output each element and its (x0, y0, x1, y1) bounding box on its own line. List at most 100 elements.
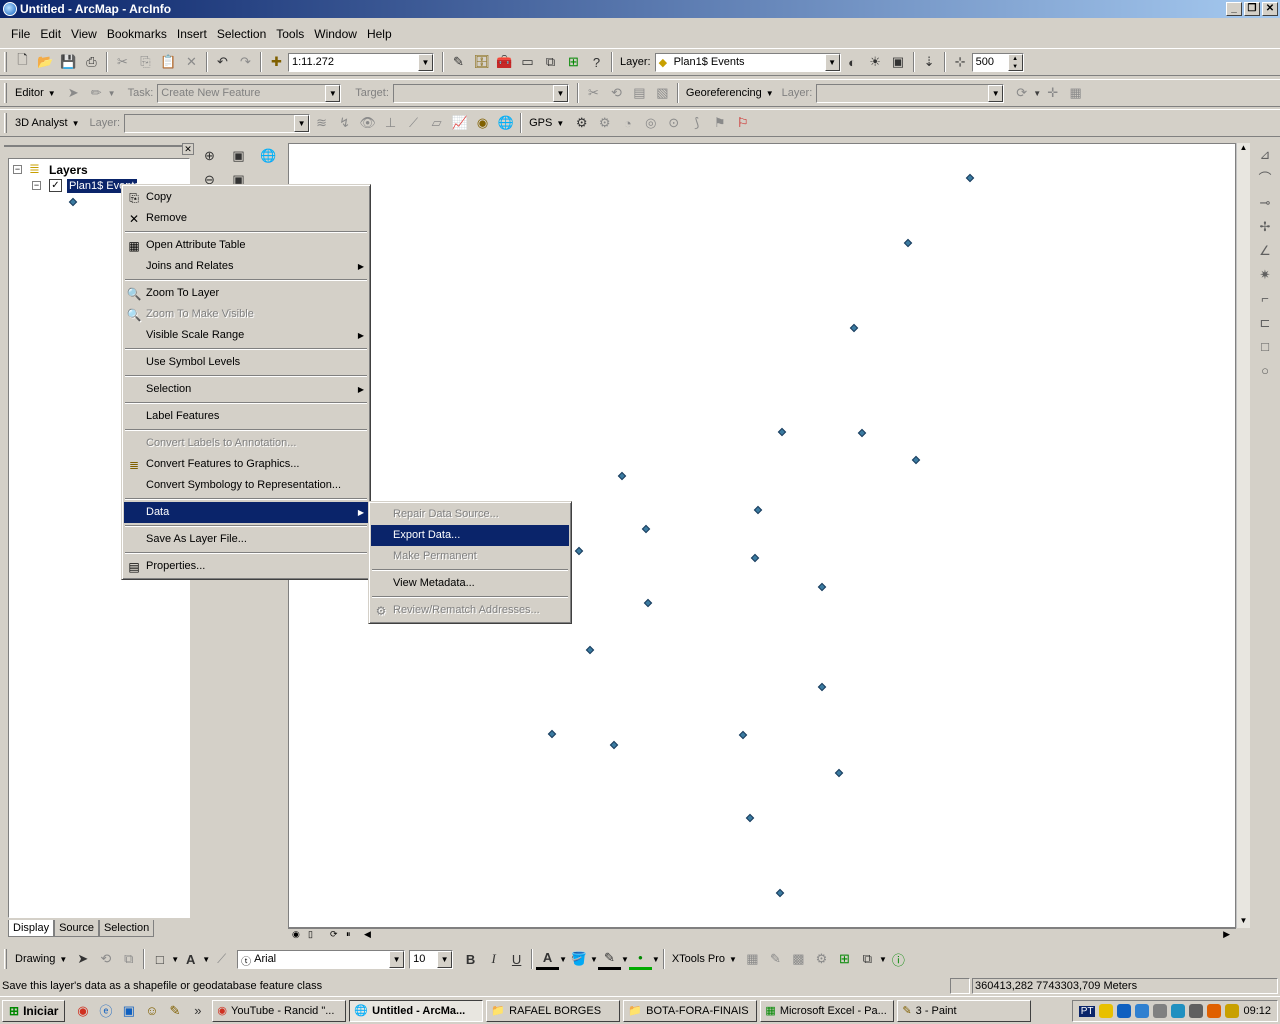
gps-center-icon[interactable]: ◎ (639, 112, 662, 134)
menu-item-selection[interactable]: Selection ▶ (124, 379, 368, 400)
avast-icon[interactable] (1207, 1004, 1222, 1018)
menu-file[interactable]: File (6, 27, 35, 41)
info-icon[interactable]: ⓘ (887, 948, 910, 970)
map-point[interactable] (745, 813, 755, 823)
chevron-down-icon[interactable]: ▼ (559, 955, 567, 964)
tab-selection[interactable]: Selection (98, 920, 155, 937)
steepest-path-icon[interactable]: ↯ (333, 112, 356, 134)
rectangle-icon[interactable]: □ (1252, 335, 1278, 359)
menu-bookmarks[interactable]: Bookmarks (102, 27, 172, 41)
map-point[interactable] (903, 238, 913, 248)
menu-item-zoom-to-make-visible[interactable]: 🔍 Zoom To Make Visible (124, 304, 368, 325)
chevron-down-icon[interactable]: ▼ (389, 950, 405, 968)
add-data-icon[interactable]: ✚ (265, 51, 288, 73)
more-icon[interactable]: » (186, 1000, 209, 1022)
gps-connect-icon[interactable]: ⚙ (570, 112, 593, 134)
gps-pan-icon[interactable]: ◔ (616, 112, 639, 134)
chevron-down-icon[interactable]: ▼ (108, 89, 116, 98)
3d-analyst-menu[interactable]: 3D Analyst (11, 117, 72, 129)
map-point[interactable] (775, 888, 785, 898)
map-point[interactable] (609, 740, 619, 750)
menu-edit[interactable]: Edit (35, 27, 66, 41)
fixed-zoom-in-icon[interactable]: ▣ (227, 145, 250, 167)
map-point[interactable] (750, 553, 760, 563)
bold-icon[interactable]: B (459, 948, 482, 970)
chevron-down-icon[interactable]: ▼ (171, 955, 179, 964)
menu-insert[interactable]: Insert (172, 27, 212, 41)
chevron-down-icon[interactable]: ▼ (294, 114, 310, 132)
menu-item-copy[interactable]: ⎘ Copy (124, 187, 368, 208)
italic-icon[interactable]: I (482, 948, 505, 970)
rotate-icon[interactable]: ⟲ (605, 82, 628, 104)
map-point[interactable] (738, 730, 748, 740)
network-icon[interactable] (1117, 1004, 1132, 1018)
chrome-icon[interactable]: ◉ (71, 1000, 94, 1022)
rotate-element-icon[interactable]: ⟲ (94, 948, 117, 970)
map-point[interactable] (965, 173, 975, 183)
interpolate-line-icon[interactable]: ⟋ (402, 112, 425, 134)
midpoint-icon[interactable]: ✢ (1252, 215, 1278, 239)
chevron-down-icon[interactable]: ▼ (48, 89, 56, 98)
ie-icon[interactable]: ⓔ (94, 1000, 117, 1022)
task-rafael-borges[interactable]: 📁 RAFAEL BORGES (486, 999, 621, 1022)
start-button[interactable]: ⊞ Iniciar (2, 999, 66, 1022)
tab-display[interactable]: Display (8, 920, 55, 937)
menu-item-convert-features[interactable]: ≣ Convert Features to Graphics... (124, 454, 368, 475)
menu-selection[interactable]: Selection (212, 27, 271, 41)
chevron-down-icon[interactable]: ▼ (621, 955, 629, 964)
messenger-icon[interactable]: ☺ (140, 1000, 163, 1022)
minimize-button[interactable]: _ (1226, 2, 1242, 16)
map-point[interactable] (643, 598, 653, 608)
intersection-icon[interactable]: ✷ (1252, 263, 1278, 287)
interpolate-polygon-icon[interactable]: ▱ (425, 112, 448, 134)
menu-item-open-attribute-table[interactable]: ▦ Open Attribute Table (124, 235, 368, 256)
map-point[interactable] (817, 582, 827, 592)
analyst-layer-combo[interactable]: ▼ (124, 113, 311, 133)
xtools-edit-icon[interactable]: ✎ (764, 948, 787, 970)
arccatalog-icon[interactable]: 🗄 (470, 51, 493, 73)
map-vertical-scrollbar[interactable]: ▲ ▼ (1236, 143, 1250, 928)
font-color-icon[interactable]: A (536, 948, 560, 970)
arcscene-icon[interactable]: ◉ (471, 112, 494, 134)
xtools-export-icon[interactable]: ⧉ (856, 948, 879, 970)
underline-icon[interactable]: U (505, 948, 528, 970)
menu-item-visible-scale-range[interactable]: Visible Scale Range ▶ (124, 325, 368, 346)
menu-item-convert-symbology[interactable]: Convert Symbology to Representation... (124, 475, 368, 496)
arctoolbox-icon[interactable]: 🧰 (493, 51, 516, 73)
chevron-down-icon[interactable]: ▼ (556, 119, 564, 128)
add-icon[interactable]: ⊞ (562, 51, 585, 73)
chevron-down-icon[interactable]: ▼ (652, 955, 660, 964)
chevron-down-icon[interactable]: ▼ (729, 955, 737, 964)
chevron-down-icon[interactable]: ▼ (418, 53, 433, 71)
chevron-down-icon[interactable]: ▼ (202, 955, 210, 964)
menu-item-properties[interactable]: ▤ Properties... (124, 556, 368, 577)
command-line-icon[interactable]: ▭ (516, 51, 539, 73)
line-color-icon[interactable]: ✎ (597, 948, 621, 970)
menu-help[interactable]: Help (362, 27, 397, 41)
pause-icon[interactable]: ⏸ (346, 929, 351, 940)
editor-menu[interactable]: Editor (11, 87, 48, 99)
gps-menu[interactable]: GPS (525, 117, 556, 129)
buffer-icon[interactable]: ⊹ (949, 51, 972, 73)
update-icon[interactable] (1135, 1004, 1150, 1018)
menu-item-export-data[interactable]: Export Data... (371, 525, 569, 546)
task-bota-fora[interactable]: 📁 BOTA-FORA-FINAIS (623, 999, 758, 1022)
layout-view-icon[interactable]: ▯ (308, 929, 313, 940)
open-icon[interactable]: 📂 (34, 51, 57, 73)
flag-icon[interactable]: ⚐ (731, 112, 754, 134)
select-elements-icon[interactable]: ➤ (71, 948, 94, 970)
gps-stream-icon[interactable]: ⟆ (685, 112, 708, 134)
gps-open-icon[interactable]: ⚙ (593, 112, 616, 134)
menu-item-data[interactable]: Data ▶ (124, 502, 368, 523)
edit-vertices-icon[interactable]: ⟋ (210, 948, 233, 970)
map-point[interactable] (641, 524, 651, 534)
chevron-down-icon[interactable]: ▼ (59, 955, 67, 964)
arcglobe-icon[interactable]: 🌐 (494, 112, 517, 134)
direction-icon[interactable]: ∠ (1252, 239, 1278, 263)
arc-tool-icon[interactable]: ⌒ (1252, 167, 1278, 191)
endpoint-arc-icon[interactable]: ⊸ (1252, 191, 1278, 215)
map-point[interactable] (585, 645, 595, 655)
menu-item-joins-relates[interactable]: Joins and Relates ▶ (124, 256, 368, 277)
print-icon[interactable]: ⎙ (80, 51, 103, 73)
data-view-icon[interactable]: ◉ (292, 929, 300, 940)
